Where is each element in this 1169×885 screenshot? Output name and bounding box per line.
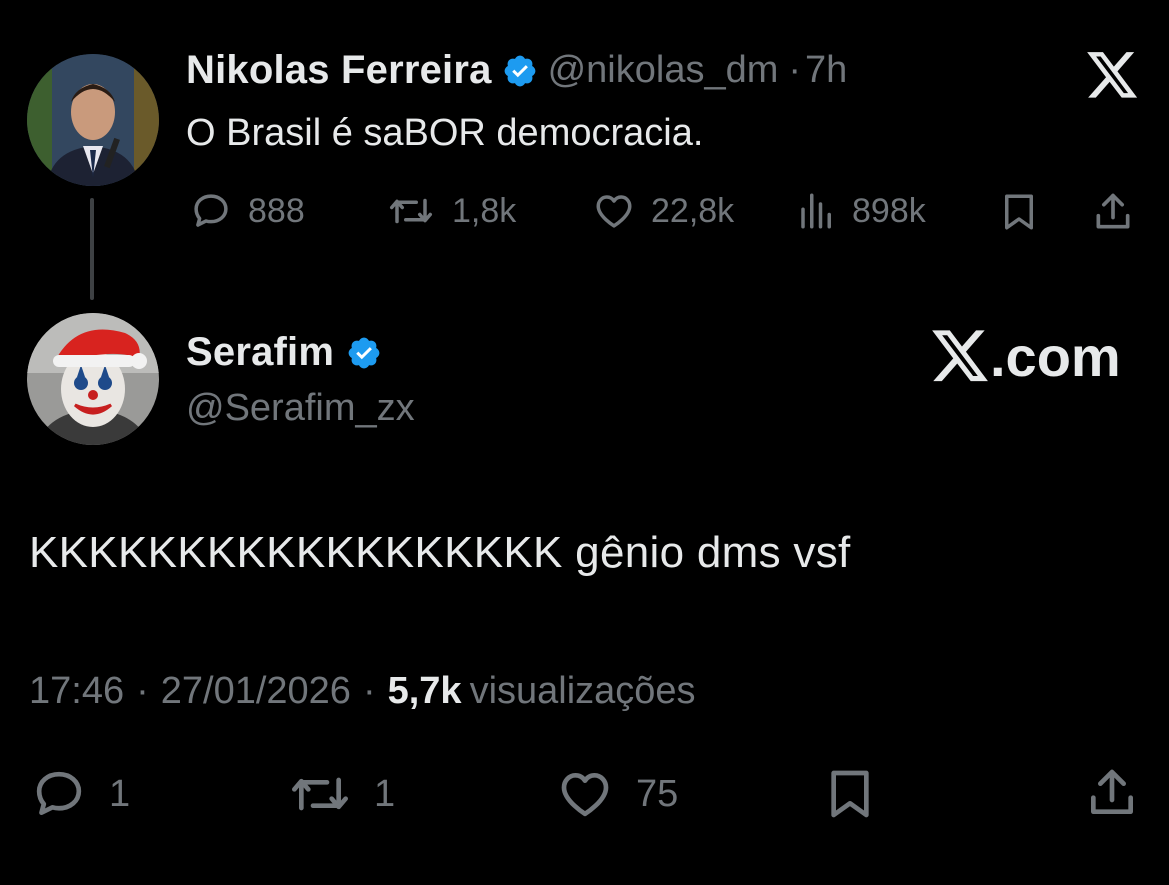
thread-line [90, 198, 94, 300]
nikolas-avatar-image [27, 54, 159, 186]
reply-repost-button[interactable]: 1 [286, 766, 395, 822]
like-icon [561, 773, 609, 817]
reply-view-count: 5,7k [387, 670, 462, 712]
reply-repost-count: 1 [374, 772, 396, 815]
serafim-avatar[interactable] [27, 313, 159, 445]
dot-separator: · [362, 670, 376, 712]
like-icon [596, 195, 632, 228]
reply-icon [194, 194, 228, 227]
quoted-repost-button[interactable]: 1,8k [384, 190, 516, 232]
quoted-repost-count: 1,8k [452, 191, 517, 230]
watermark-text: .com [990, 325, 1121, 388]
reply-reply-button[interactable]: 1 [29, 766, 130, 822]
reply-like-button[interactable]: 75 [554, 766, 678, 822]
reply-bookmark-button[interactable] [822, 764, 878, 824]
nikolas-avatar[interactable] [27, 54, 159, 186]
repost-icon [390, 198, 432, 224]
reply-like-count: 75 [636, 772, 679, 815]
x-com-watermark: .com [932, 324, 1121, 389]
quoted-time-ago[interactable]: 7h [805, 49, 847, 92]
reply-author-handle[interactable]: @Serafim_zx [186, 387, 415, 430]
reply-time[interactable]: 17:46 [29, 670, 124, 713]
share-icon [1091, 769, 1133, 814]
views-icon [801, 193, 831, 229]
quoted-author-name[interactable]: Nikolas Ferreira [186, 48, 492, 93]
bookmark-icon [831, 770, 869, 818]
quoted-view-count: 898k [852, 191, 926, 230]
reply-tweet-meta: 17:46 · 27/01/2026 · 5,7k visualizações [29, 670, 696, 713]
reply-tweet-header: Serafim [186, 330, 382, 375]
reply-icon [36, 771, 82, 815]
quoted-share-button[interactable] [1090, 190, 1136, 234]
dot-separator: · [136, 670, 149, 712]
reply-author-name[interactable]: Serafim [186, 330, 334, 375]
quoted-reply-button[interactable]: 888 [188, 190, 305, 232]
quoted-like-count: 22,8k [651, 191, 735, 230]
x-logo-icon[interactable] [1087, 52, 1139, 105]
quoted-tweet-text: O Brasil é saBOR democracia. [186, 112, 704, 154]
reply-tweet-text: KKKKKKKKKKKKKKKKKK gênio dms vsf [29, 528, 851, 577]
bookmark-icon [1005, 194, 1033, 230]
repost-icon [292, 777, 348, 811]
quoted-author-handle[interactable]: @nikolas_dm [548, 49, 779, 92]
reply-share-button[interactable] [1084, 764, 1140, 822]
x-logo-icon [932, 329, 988, 381]
reply-date[interactable]: 27/01/2026 [161, 670, 351, 713]
quoted-tweet-header: Nikolas Ferreira @nikolas_dm · 7h [186, 48, 847, 93]
share-icon [1096, 193, 1130, 229]
dot-separator: · [788, 49, 802, 91]
reply-reply-count: 1 [109, 772, 131, 815]
quoted-like-button[interactable]: 22,8k [591, 190, 734, 232]
verified-badge-icon [348, 337, 380, 368]
quoted-bookmark-button[interactable] [998, 190, 1040, 234]
quoted-views-button[interactable]: 898k [796, 190, 926, 232]
verified-badge-icon [504, 55, 535, 86]
reply-view-label: visualizações [469, 670, 696, 712]
quoted-reply-count: 888 [248, 191, 305, 230]
serafim-avatar-image [27, 313, 159, 445]
